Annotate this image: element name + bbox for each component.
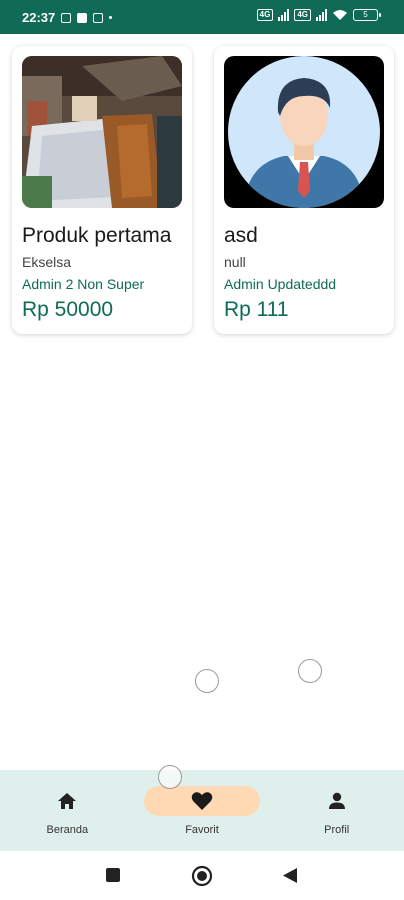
home-icon [57, 790, 77, 812]
touch-indicator [158, 765, 182, 789]
product-category: Ekselsa [22, 254, 72, 270]
signal-icon-2 [316, 9, 327, 21]
product-image-coffee-photo [22, 56, 182, 208]
battery-icon: 5 [353, 9, 381, 21]
lock-notification-icon [61, 12, 72, 23]
recents-button[interactable] [105, 867, 121, 888]
bottom-navigation: Beranda Favorit Profil [0, 770, 404, 851]
product-card[interactable]: Produk pertama Ekselsa Admin 2 Non Super… [12, 46, 192, 334]
status-right: 4G 4G 5 [256, 9, 381, 21]
product-category: null [224, 254, 246, 270]
heart-icon [191, 790, 213, 812]
product-seller: Admin Updateddd [224, 276, 337, 292]
status-time: 22:37 [22, 10, 56, 25]
back-button[interactable] [282, 867, 298, 889]
product-card[interactable]: asd null Admin Updateddd Rp 111 [214, 46, 394, 334]
product-name: asd [224, 224, 258, 247]
person-icon [328, 790, 346, 812]
touch-indicator [298, 659, 322, 683]
signal-icon-1 [278, 9, 290, 21]
app-notification-icon [77, 12, 88, 23]
sim1-network-badge: 4G [256, 9, 274, 21]
product-name: Produk pertama [22, 224, 172, 247]
wifi-icon [333, 10, 347, 20]
nav-label: Favorit [185, 824, 219, 836]
nav-item-profil[interactable]: Profil [269, 770, 404, 851]
nav-item-beranda[interactable]: Beranda [0, 770, 135, 851]
status-bar: 22:37 4G 4G 5 [0, 0, 404, 34]
product-seller: Admin 2 Non Super [22, 276, 145, 292]
product-price: Rp 50000 [22, 298, 114, 321]
product-price: Rp 111 [224, 298, 289, 321]
alarm-notification-icon [93, 12, 104, 23]
system-navigation-bar [0, 851, 404, 900]
nav-item-favorit[interactable]: Favorit [135, 770, 270, 851]
product-image-businessman-avatar [224, 56, 384, 208]
nav-label: Profil [324, 824, 350, 836]
nav-label: Beranda [46, 824, 89, 836]
sim2-network-badge: 4G [294, 9, 311, 21]
status-left: 22:37 [22, 10, 113, 25]
home-button[interactable] [191, 865, 213, 892]
more-notifications-icon [109, 16, 113, 19]
touch-indicator [195, 669, 219, 693]
